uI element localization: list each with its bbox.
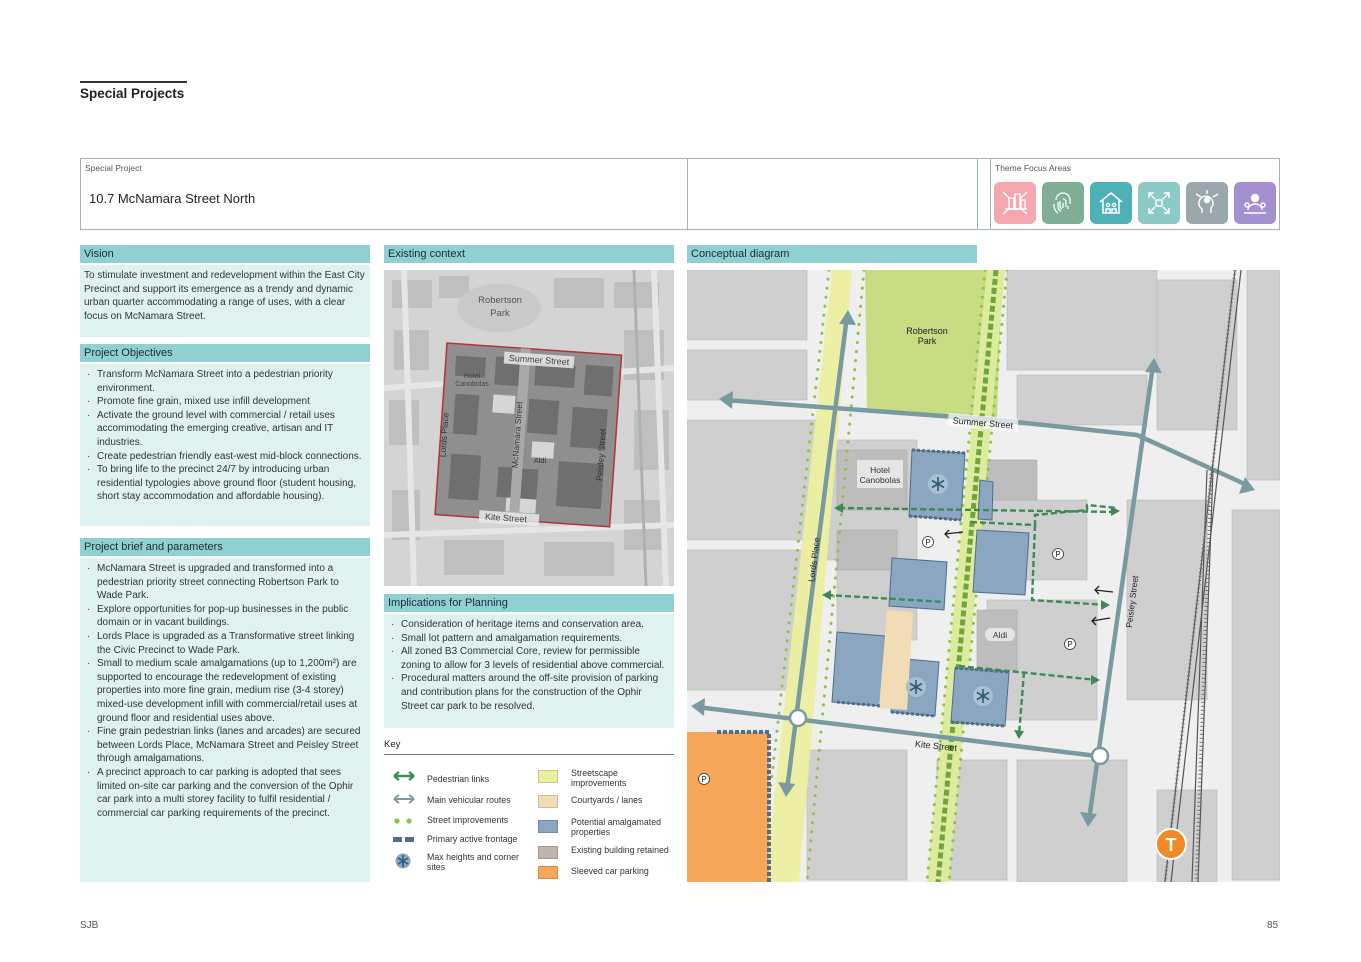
theme-focus-label: Theme Focus Areas [995, 163, 1072, 173]
objectives-panel: Project Objectives Transform McNamara St… [80, 344, 370, 526]
footer-brand: SJB [80, 920, 99, 931]
city-skyline-icon [994, 182, 1036, 224]
objectives-heading: Project Objectives [80, 344, 370, 362]
diagram-panel: Conceptual diagram [687, 245, 977, 263]
vision-text: To stimulate investment and redevelopmen… [80, 265, 370, 337]
list-item: To bring life to the precinct 24/7 by in… [84, 463, 366, 504]
context-panel: Existing context [384, 245, 674, 263]
key-label: Sleeved car parking [571, 866, 649, 876]
brief-panel: Project brief and parameters McNamara St… [80, 538, 370, 882]
double-arrow-grey-icon [393, 794, 415, 804]
key-title: Key [384, 739, 401, 750]
section-rule [80, 81, 187, 83]
green-dots-icon [394, 818, 412, 824]
fingerprint-icon [1042, 182, 1084, 224]
conceptual-diagram: Robertson Park Summer Street Hotel Canobol… [687, 270, 1280, 882]
page-number: 85 [1267, 920, 1279, 931]
key-label: Street improvements [427, 815, 509, 825]
key-label: Main vehicular routes [427, 795, 511, 805]
list-item: Promote fine grain, mixed use infill dev… [84, 395, 366, 409]
key-swatch-amalgamated [538, 820, 558, 833]
key-swatch-streetscape [538, 770, 558, 783]
key-label: Existing building retained [571, 845, 669, 855]
header-divider [990, 159, 991, 229]
key-label: Courtyards / lanes [571, 795, 643, 805]
implications-heading: Implications for Planning [384, 594, 674, 612]
implications-body: Consideration of heritage items and cons… [384, 614, 674, 728]
train-station-icon: T [1166, 835, 1177, 855]
context-heading: Existing context [384, 245, 674, 263]
head-ideas-icon [1186, 182, 1228, 224]
people-meeting-icon [1234, 182, 1276, 224]
blue-dashes-icon [393, 837, 414, 842]
diagram-label-aldi: Aldi [993, 630, 1007, 640]
list-item: Consideration of heritage items and cons… [388, 618, 670, 632]
key-label: Primary active frontage [427, 834, 518, 844]
key-label: Pedestrian links [427, 774, 490, 784]
key-rule [384, 754, 674, 755]
parking-label: P [1067, 640, 1072, 649]
implications-panel: Implications for Planning Consideration … [384, 594, 674, 728]
brief-heading: Project brief and parameters [80, 538, 370, 556]
expand-arrows-icon [1138, 182, 1180, 224]
vision-heading: Vision [80, 245, 370, 263]
key-swatch-courtyards [538, 795, 558, 808]
asterisk-icon [395, 853, 411, 869]
list-item: Explore opportunities for pop-up busines… [84, 603, 366, 630]
double-arrow-green-icon [393, 771, 415, 781]
list-item: Small lot pattern and amalgamation requi… [388, 632, 670, 646]
list-item: All zoned B3 Commercial Core, review for… [388, 645, 670, 672]
header-divider [977, 159, 978, 229]
parking-label: P [925, 538, 930, 547]
list-item: Create pedestrian friendly east-west mid… [84, 450, 366, 464]
list-item: Fine grain pedestrian links (lanes and a… [84, 725, 366, 766]
list-item: Lords Place is upgraded as a Transformat… [84, 630, 366, 657]
project-header: Special Project 10.7 McNamara Street Nor… [80, 158, 1280, 230]
list-item: A precinct approach to car parking is ad… [84, 766, 366, 820]
header-divider [687, 159, 688, 229]
key-label: Streetscape improvements [571, 768, 627, 788]
key-label: Potential amalgamated properties [571, 817, 661, 837]
section-title: Special Projects [80, 86, 185, 101]
list-item: Procedural matters around the off-site p… [388, 672, 670, 713]
list-item: Activate the ground level with commercia… [84, 409, 366, 450]
map-key: Pedestrian links Main vehicular routes S… [384, 760, 674, 880]
vision-panel: Vision To stimulate investment and redev… [80, 245, 370, 337]
list-item: Small to medium scale amalgamations (up … [84, 657, 366, 725]
key-label: Max heights and corner sites [427, 852, 519, 872]
aerial-photo: Robertson Park Summer Street Hotel Canobol… [383, 269, 675, 587]
objectives-body: Transform McNamara Street into a pedestr… [80, 364, 370, 526]
key-swatch-existing [538, 846, 558, 859]
brief-body: McNamara Street is upgraded and transfor… [80, 558, 370, 882]
list-item: Transform McNamara Street into a pedestr… [84, 368, 366, 395]
list-item: McNamara Street is upgraded and transfor… [84, 562, 366, 603]
special-project-label: Special Project [85, 163, 142, 173]
parking-label: P [701, 775, 706, 784]
project-title: 10.7 McNamara Street North [89, 191, 256, 206]
aerial-label-aldi: Aldi [534, 456, 547, 465]
key-swatch-sleeved-parking [538, 866, 558, 879]
parking-label: P [1055, 550, 1060, 559]
community-house-icon [1090, 182, 1132, 224]
diagram-heading: Conceptual diagram [687, 245, 977, 263]
